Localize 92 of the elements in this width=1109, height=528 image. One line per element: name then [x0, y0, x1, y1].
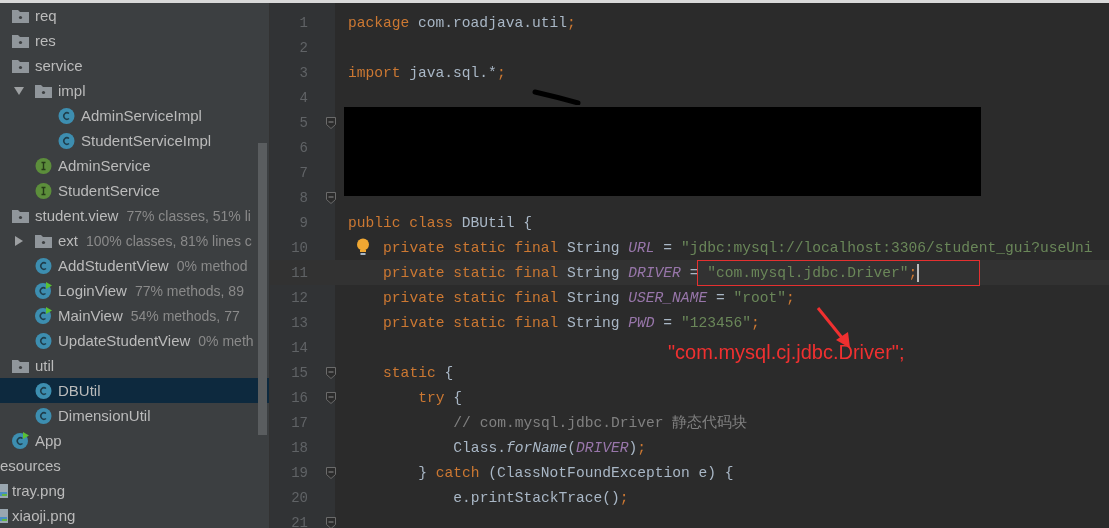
- image-file-icon: [0, 507, 9, 524]
- tree-item[interactable]: res: [0, 28, 269, 53]
- tree-label: xiaoji.png: [12, 507, 76, 524]
- fold-marker-icon[interactable]: [326, 516, 336, 528]
- package-icon: [35, 83, 52, 98]
- code-line: // com.mysql.jdbc.Driver 静态代码块: [453, 413, 748, 432]
- tree-label: MainView: [58, 307, 123, 324]
- class-icon: [58, 132, 75, 149]
- package-icon: [12, 358, 29, 373]
- image-file-icon: [0, 482, 9, 499]
- class-icon: [35, 382, 52, 399]
- tree-item[interactable]: ext 100% classes, 81% lines c: [0, 228, 269, 253]
- code-line: try {: [418, 389, 463, 406]
- tree-label: student.view: [35, 207, 119, 224]
- code-line: private static final String URL = "jdbc:mysql://localhost:3306/student_gui?useUni: [383, 239, 1093, 256]
- code-line: private static final String USER_NAME = "root";: [383, 289, 795, 306]
- fold-marker-icon[interactable]: [326, 191, 336, 204]
- runnable-class-icon: [35, 282, 52, 299]
- interface-icon: [35, 182, 52, 199]
- coverage-text: 0% method: [176, 257, 248, 274]
- package-icon: [12, 208, 29, 223]
- tree-item[interactable]: StudentServiceImpl: [0, 128, 269, 153]
- class-icon: [35, 332, 52, 349]
- code-line: static {: [383, 364, 454, 381]
- tree-item[interactable]: App: [0, 428, 269, 453]
- runnable-class-icon: [12, 432, 29, 449]
- tree-item[interactable]: xiaoji.png: [0, 503, 269, 528]
- tree-label: LoginView: [58, 282, 127, 299]
- class-icon: [35, 257, 52, 274]
- tree-item[interactable]: UpdateStudentView 0% meth: [0, 328, 269, 353]
- tree-item[interactable]: LoginView 77% methods, 89: [0, 278, 269, 303]
- tree-item[interactable]: impl: [0, 78, 269, 103]
- interface-icon: [35, 157, 52, 174]
- class-icon: [35, 407, 52, 424]
- code-line: package com.roadjava.util;: [348, 14, 576, 31]
- tree-label: util: [35, 357, 55, 374]
- fold-marker-icon[interactable]: [326, 391, 336, 404]
- tree-label: AdminService: [58, 157, 151, 174]
- fold-marker-icon[interactable]: [326, 116, 336, 129]
- package-icon: [12, 58, 29, 73]
- tree-item[interactable]: esources: [0, 453, 269, 478]
- package-icon: [12, 8, 29, 23]
- scrollbar[interactable]: [258, 143, 267, 435]
- class-icon: [58, 107, 75, 124]
- tree-label: AddStudentView: [58, 257, 169, 274]
- coverage-text: 0% meth: [198, 332, 254, 349]
- tree-item[interactable]: student.view 77% classes, 51% li: [0, 203, 269, 228]
- tree-item[interactable]: DBUtil: [0, 378, 269, 403]
- tree-label: AdminServiceImpl: [81, 107, 202, 124]
- coverage-text: 54% methods, 77: [130, 307, 240, 324]
- tree-item[interactable]: StudentService: [0, 178, 269, 203]
- tree-label: tray.png: [12, 482, 66, 499]
- annotation-text: "com.mysql.cj.jdbc.Driver";: [668, 341, 905, 364]
- tree-label: esources: [0, 457, 61, 474]
- tree-label: StudentServiceImpl: [81, 132, 212, 149]
- tree-item[interactable]: util: [0, 353, 269, 378]
- fold-marker-icon[interactable]: [326, 466, 336, 479]
- coverage-text: 100% classes, 81% lines c: [86, 232, 252, 249]
- code-line: public class DBUtil {: [348, 214, 532, 231]
- lightbulb-icon[interactable]: [356, 238, 370, 256]
- tree-label: DBUtil: [58, 382, 101, 399]
- coverage-text: 77% methods, 89: [134, 282, 244, 299]
- tree-label: service: [35, 57, 83, 74]
- tree-label: DimensionUtil: [58, 407, 151, 424]
- tree-label: req: [35, 7, 57, 24]
- code-line: Class.forName(DRIVER);: [453, 439, 647, 456]
- tree-label: impl: [58, 82, 86, 99]
- tree-item[interactable]: tray.png: [0, 478, 269, 503]
- code-line: e.printStackTrace();: [453, 489, 629, 506]
- code-line: import java.sql.*;: [348, 64, 506, 81]
- fold-marker-icon[interactable]: [326, 366, 336, 379]
- tree-label: App: [35, 432, 62, 449]
- tree-item[interactable]: AdminService: [0, 153, 269, 178]
- tree-item[interactable]: req: [0, 3, 269, 28]
- tree-item[interactable]: MainView 54% methods, 77: [0, 303, 269, 328]
- tree-item[interactable]: DimensionUtil: [0, 403, 269, 428]
- tree-label: res: [35, 32, 56, 49]
- pen-stroke: [532, 89, 582, 105]
- tree-item[interactable]: AdminServiceImpl: [0, 103, 269, 128]
- package-icon: [12, 33, 29, 48]
- tree-item[interactable]: service: [0, 53, 269, 78]
- coverage-text: 77% classes, 51% li: [126, 207, 251, 224]
- runnable-class-icon: [35, 307, 52, 324]
- code-line: } catch (ClassNotFoundException e) {: [418, 464, 734, 481]
- expand-arrow-icon[interactable]: [14, 236, 24, 246]
- tree-label: ext: [58, 232, 78, 249]
- tree-item[interactable]: AddStudentView 0% method: [0, 253, 269, 278]
- tree-label: StudentService: [58, 182, 160, 199]
- package-icon: [35, 233, 52, 248]
- expand-arrow-icon[interactable]: [14, 86, 24, 96]
- code-line: private static final String PWD = "123456";: [383, 314, 760, 331]
- tree-label: UpdateStudentView: [58, 332, 191, 349]
